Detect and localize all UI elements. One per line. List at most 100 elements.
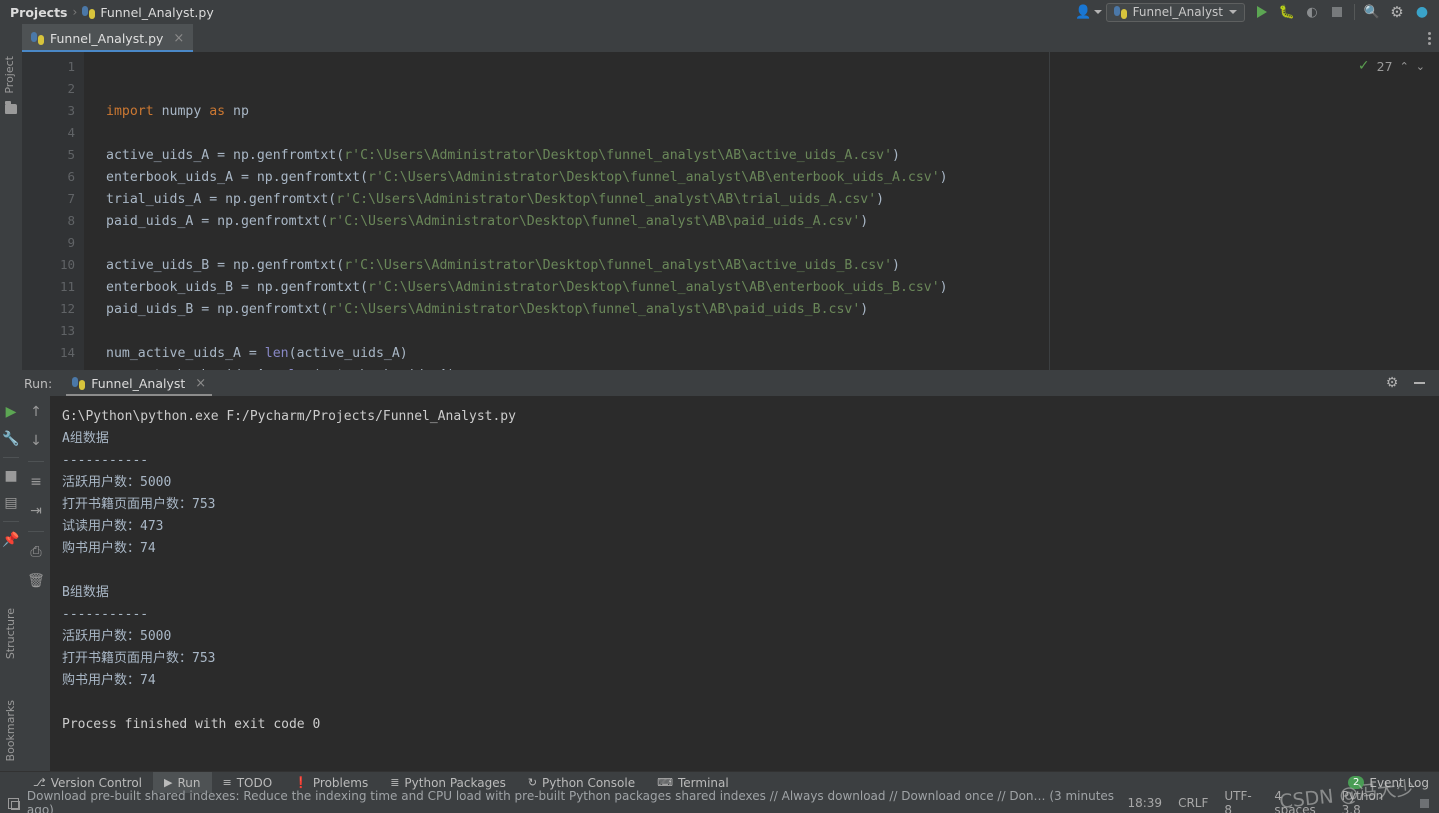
print-button[interactable]: ⎙ bbox=[27, 543, 45, 561]
console-line: 购书用户数：74 bbox=[62, 673, 156, 688]
editor-code[interactable]: import numpy as np active_uids_A = np.ge… bbox=[84, 52, 1439, 370]
toolbar-divider bbox=[3, 457, 19, 458]
console-line: B组数据 bbox=[62, 585, 109, 600]
indent-indicator[interactable]: 4 spaces bbox=[1274, 789, 1325, 813]
stop-icon[interactable] bbox=[1329, 4, 1345, 20]
line-number: 4 bbox=[67, 125, 75, 140]
debug-icon[interactable]: 🐛 bbox=[1279, 4, 1295, 20]
line-number: 13 bbox=[59, 323, 75, 338]
tool-window-label: Python Packages bbox=[404, 775, 506, 790]
chevron-up-icon[interactable]: ⌃ bbox=[1400, 60, 1409, 73]
search-everywhere-icon[interactable]: 🔍 bbox=[1364, 4, 1380, 20]
toolbar-divider bbox=[28, 461, 44, 462]
tool-window-label: Terminal bbox=[677, 775, 729, 790]
run-tab-funnel-analyst[interactable]: Funnel_Analyst × bbox=[66, 370, 213, 396]
line-number: 2 bbox=[67, 81, 75, 96]
tool-window-label: Problems bbox=[312, 775, 369, 790]
code-line: paid_uids_B = np.genfromtxt(r'C:\Users\A… bbox=[106, 302, 869, 317]
status-time: 18:39 bbox=[1127, 796, 1163, 810]
python-run-icon bbox=[72, 376, 86, 390]
layout-button[interactable]: ▤ bbox=[2, 494, 20, 512]
soft-wrap-button[interactable]: ≡ bbox=[27, 473, 45, 491]
scroll-to-end-button[interactable]: ⇥ bbox=[27, 502, 45, 520]
code-line: trial_uids_A = np.genfromtxt(r'C:\Users\… bbox=[106, 192, 885, 207]
code-line: import numpy as np bbox=[106, 104, 249, 119]
indexing-icon bbox=[8, 797, 20, 810]
console-line: ----------- bbox=[62, 607, 149, 622]
event-log-label[interactable]: Event Log bbox=[1369, 776, 1429, 790]
terminal-icon: ⌨ bbox=[657, 776, 673, 789]
pin-tab-button[interactable]: 📌 bbox=[2, 531, 20, 549]
line-number: 7 bbox=[67, 191, 75, 206]
python-file-icon bbox=[31, 31, 44, 45]
chevron-down-icon bbox=[1229, 10, 1237, 14]
gear-icon[interactable]: ⚙ bbox=[1384, 375, 1400, 391]
more-options-icon[interactable] bbox=[1428, 31, 1431, 45]
console-line: 打开书籍页面用户数：753 bbox=[62, 497, 216, 512]
branch-icon: ⎇ bbox=[33, 776, 46, 789]
tool-window-label: Run bbox=[177, 775, 201, 790]
toolbar-divider bbox=[28, 531, 44, 532]
run-window-header: Run: Funnel_Analyst × ⚙ bbox=[0, 370, 1439, 396]
close-icon[interactable]: × bbox=[173, 31, 184, 46]
close-icon[interactable]: × bbox=[195, 376, 206, 391]
line-number: 14 bbox=[59, 345, 75, 360]
run-label: Run: bbox=[24, 375, 53, 391]
up-arrow-button[interactable]: ↑ bbox=[27, 403, 45, 421]
code-line: enterbook_uids_B = np.genfromtxt(r'C:\Us… bbox=[106, 280, 948, 295]
stop-button[interactable]: ■ bbox=[2, 467, 20, 485]
sidebar-item-bookmarks[interactable]: Bookmarks bbox=[4, 700, 17, 761]
sidebar-item-project[interactable]: Project bbox=[3, 56, 16, 94]
run-toolbar-secondary: ↑ ↓ ≡ ⇥ ⎙ 🗑 bbox=[22, 396, 50, 771]
clear-all-button[interactable]: 🗑 bbox=[27, 572, 45, 590]
checkmark-icon: ✓ bbox=[1357, 58, 1370, 74]
run-with-coverage-icon[interactable]: ◐ bbox=[1304, 4, 1320, 20]
settings-wrench-button[interactable]: 🔧 bbox=[2, 430, 20, 448]
code-line: enterbook_uids_A = np.genfromtxt(r'C:\Us… bbox=[106, 170, 948, 185]
chevron-down-icon[interactable]: ⌄ bbox=[1416, 60, 1425, 73]
code-line: active_uids_A = np.genfromtxt(r'C:\Users… bbox=[106, 148, 900, 163]
user-icon[interactable]: 👤 bbox=[1075, 4, 1103, 20]
tool-window-label: TODO bbox=[236, 775, 273, 790]
run-tab-label: Funnel_Analyst bbox=[91, 375, 186, 391]
run-icon[interactable] bbox=[1254, 4, 1270, 20]
settings-gear-icon[interactable]: ⚙ bbox=[1389, 3, 1405, 21]
resize-grip[interactable] bbox=[1420, 798, 1429, 808]
line-number: 9 bbox=[67, 235, 75, 250]
down-arrow-button[interactable]: ↓ bbox=[27, 432, 45, 450]
editor-tab-bar: Funnel_Analyst.py × bbox=[0, 24, 1439, 52]
list-icon: ≡ bbox=[222, 776, 232, 789]
breadcrumb-separator: › bbox=[72, 5, 78, 19]
sidebar-item-structure[interactable]: Structure bbox=[4, 608, 17, 659]
line-number: 12 bbox=[59, 301, 75, 316]
line-number: 5 bbox=[67, 147, 75, 162]
breadcrumb-file-label: Funnel_Analyst.py bbox=[100, 4, 214, 20]
breadcrumb-file[interactable]: Funnel_Analyst.py bbox=[82, 4, 214, 20]
breadcrumb-projects[interactable]: Projects bbox=[10, 5, 68, 20]
line-number: 11 bbox=[59, 279, 75, 294]
interpreter-indicator[interactable]: Python 3.8 bbox=[1342, 789, 1405, 813]
console-line: 活跃用户数：5000 bbox=[62, 629, 172, 644]
console-output[interactable]: G:\Python\python.exe F:/Pycharm/Projects… bbox=[50, 396, 1439, 771]
line-number: 10 bbox=[59, 257, 75, 272]
console-line: A组数据 bbox=[62, 431, 109, 446]
encoding-indicator[interactable]: UTF-8 bbox=[1224, 789, 1258, 813]
run-configuration-selector[interactable]: Funnel_Analyst bbox=[1105, 2, 1245, 22]
line-separator-indicator[interactable]: CRLF bbox=[1178, 796, 1208, 810]
folder-icon[interactable] bbox=[5, 101, 17, 114]
error-icon: ❗ bbox=[294, 776, 308, 789]
status-bar-right: 18:39 CRLF UTF-8 4 spaces Python 3.8 bbox=[1127, 789, 1439, 813]
tool-window-label: Python Console bbox=[542, 775, 636, 790]
status-message[interactable]: Download pre-built shared indexes: Reduc… bbox=[27, 789, 1128, 813]
editor-tab-funnel-analyst[interactable]: Funnel_Analyst.py × bbox=[22, 24, 194, 52]
rerun-button[interactable]: ▶ bbox=[2, 403, 20, 421]
ide-feature-icon[interactable]: ● bbox=[1414, 4, 1430, 20]
inspection-widget[interactable]: ✓ 27 ⌃ ⌄ bbox=[1358, 58, 1425, 74]
code-line: num_active_uids_A = len(active_uids_A) bbox=[106, 346, 408, 361]
minimize-icon[interactable] bbox=[1414, 382, 1425, 384]
main-toolbar: Projects › Funnel_Analyst.py 👤 Funnel_An… bbox=[0, 0, 1439, 24]
event-log-area[interactable]: 2 Event Log bbox=[1348, 776, 1439, 790]
